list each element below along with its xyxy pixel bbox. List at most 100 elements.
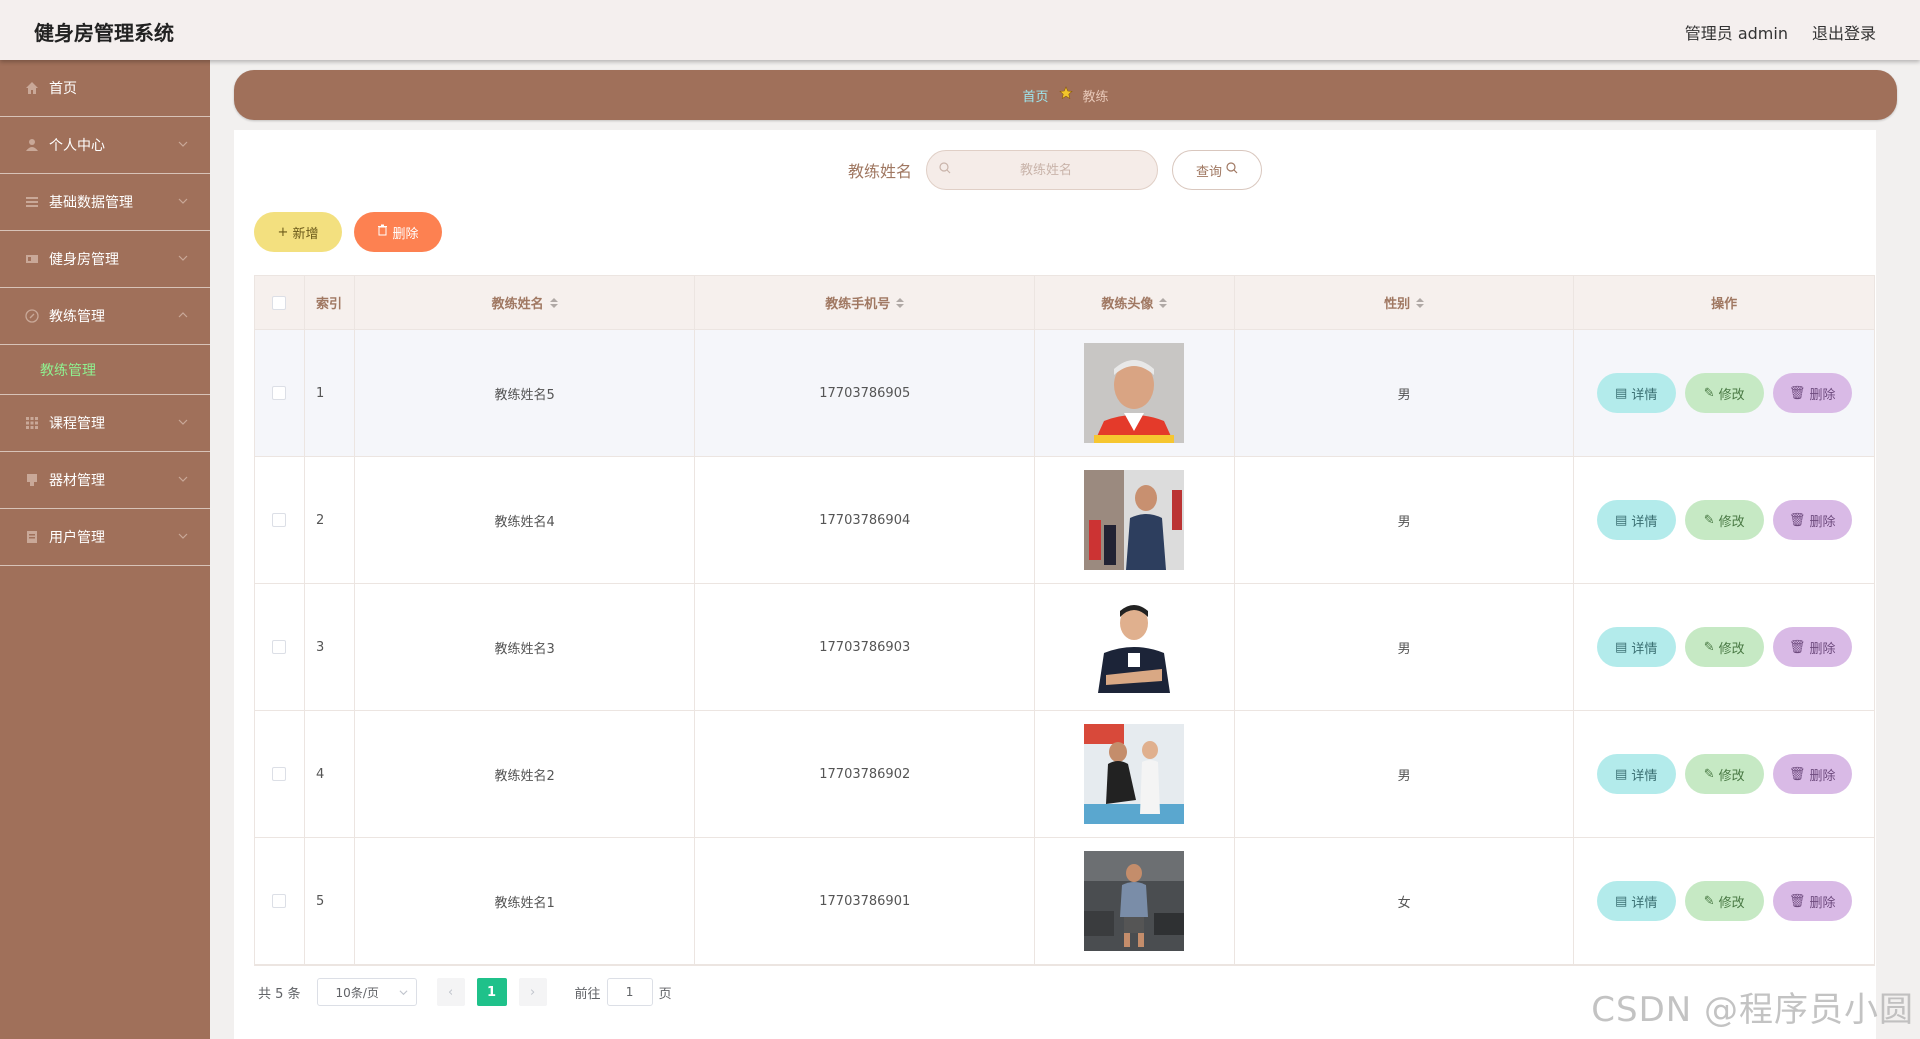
detail-button[interactable]: ▤ 详情 <box>1596 881 1676 921</box>
breadcrumb: 首页 教练 <box>234 70 1897 120</box>
goto-page-input[interactable] <box>606 978 653 1006</box>
logout-link[interactable]: 退出登录 <box>1812 20 1876 44</box>
row-phone: 17703786904 <box>695 457 1036 583</box>
select-all-checkbox[interactable] <box>272 295 287 310</box>
pagination: 共 5 条 10条/页 ‹ 1 › 前往 页 <box>258 978 672 1006</box>
query-button[interactable]: 查询 <box>1172 150 1262 190</box>
grid-icon <box>24 415 40 431</box>
sort-icon[interactable] <box>896 297 905 308</box>
edit-button[interactable]: ✎ 修改 <box>1684 754 1764 794</box>
detail-label: 详情 <box>1631 641 1658 657</box>
coach-avatar-image[interactable] <box>1084 343 1185 443</box>
prev-page-button[interactable]: ‹ <box>436 978 465 1006</box>
sidebar-item-base-data[interactable]: 基础数据管理 <box>0 174 210 231</box>
row-checkbox[interactable] <box>272 386 287 400</box>
plus-icon: + <box>277 224 289 240</box>
delete-button[interactable]: 🗑 删除 <box>1772 500 1852 540</box>
delete-button[interactable]: 🗑 删除 <box>1772 881 1852 921</box>
page-number-current[interactable]: 1 <box>476 978 507 1006</box>
row-index: 3 <box>305 584 355 710</box>
row-index: 4 <box>305 711 355 837</box>
delete-label: 删除 <box>1809 895 1836 911</box>
col-avatar[interactable]: 教练头像 <box>1035 276 1235 329</box>
edit-button[interactable]: ✎ 修改 <box>1684 627 1764 667</box>
coach-avatar-image[interactable] <box>1084 851 1185 951</box>
menu-icon <box>24 194 40 210</box>
sidebar-item-coach[interactable]: 教练管理 <box>0 288 210 345</box>
doc-icon <box>24 529 40 545</box>
sidebar-item-course[interactable]: 课程管理 <box>0 395 210 452</box>
coach-avatar-image[interactable] <box>1084 470 1185 570</box>
delete-button[interactable]: 🗑 删除 <box>1772 627 1852 667</box>
sort-icon[interactable] <box>1159 297 1168 308</box>
col-ops: 操作 <box>1711 297 1738 312</box>
sort-icon[interactable] <box>1416 297 1425 308</box>
row-phone: 17703786902 <box>695 711 1036 837</box>
star-icon <box>1058 86 1073 104</box>
sidebar-item-home[interactable]: 首页 <box>0 60 210 117</box>
chevron-down-icon <box>178 198 188 204</box>
detail-button[interactable]: ▤ 详情 <box>1596 500 1676 540</box>
col-name-label: 教练姓名 <box>491 297 544 312</box>
query-button-label: 查询 <box>1195 164 1222 180</box>
table-row: 4 教练姓名2 17703786902 男 ▤ 详情 ✎ 修改 🗑 删除 <box>255 711 1874 838</box>
delete-label: 删除 <box>1809 514 1836 530</box>
chevron-down-icon <box>178 533 188 539</box>
add-button-label: 新增 <box>292 226 319 242</box>
detail-label: 详情 <box>1631 768 1658 784</box>
row-index: 1 <box>305 330 355 456</box>
add-button[interactable]: + 新增 <box>254 212 342 252</box>
col-phone[interactable]: 教练手机号 <box>695 276 1036 329</box>
next-page-button[interactable]: › <box>518 978 547 1006</box>
detail-button[interactable]: ▤ 详情 <box>1596 627 1676 667</box>
edit-button[interactable]: ✎ 修改 <box>1684 373 1764 413</box>
edit-button[interactable]: ✎ 修改 <box>1684 500 1764 540</box>
goto-prefix: 前往 <box>574 986 601 1002</box>
sidebar-item-profile[interactable]: 个人中心 <box>0 117 210 174</box>
sidebar-item-equipment[interactable]: 器材管理 <box>0 452 210 509</box>
sort-icon[interactable] <box>549 297 558 308</box>
breadcrumb-current: 教练 <box>1082 89 1109 105</box>
row-checkbox[interactable] <box>272 767 287 781</box>
pencil-icon: ✎ <box>1703 639 1715 655</box>
detail-button[interactable]: ▤ 详情 <box>1596 754 1676 794</box>
sidebar-subitem-coach-manage[interactable]: 教练管理 <box>0 345 210 395</box>
sidebar-item-label: 课程管理 <box>49 416 105 432</box>
row-checkbox[interactable] <box>272 640 287 654</box>
user-icon <box>24 137 40 153</box>
batch-delete-button[interactable]: 删除 <box>354 212 442 252</box>
ticket-icon <box>24 251 40 267</box>
table-row: 2 教练姓名4 17703786904 男 ▤ 详情 ✎ 修改 🗑 删除 <box>255 457 1874 584</box>
goto-page: 前往 页 <box>575 978 672 1006</box>
app-title: 健身房管理系统 <box>34 21 174 45</box>
coach-avatar-image[interactable] <box>1084 597 1185 697</box>
col-sex[interactable]: 性别 <box>1235 276 1575 329</box>
page-size-select[interactable]: 10条/页 <box>316 978 417 1006</box>
sidebar-item-gym[interactable]: 健身房管理 <box>0 231 210 288</box>
sidebar-item-users[interactable]: 用户管理 <box>0 509 210 566</box>
doc-icon: ▤ <box>1615 639 1628 655</box>
col-name[interactable]: 教练姓名 <box>355 276 696 329</box>
compass-icon <box>24 308 40 324</box>
pencil-icon: ✎ <box>1703 385 1715 401</box>
search-input[interactable] <box>951 162 1141 178</box>
trash-icon: 🗑 <box>1788 385 1806 401</box>
row-checkbox[interactable] <box>272 513 287 527</box>
coach-avatar-image[interactable] <box>1084 724 1185 824</box>
row-checkbox[interactable] <box>272 894 287 908</box>
delete-button[interactable]: 🗑 删除 <box>1772 373 1852 413</box>
delete-button[interactable]: 🗑 删除 <box>1772 754 1852 794</box>
trash-icon <box>377 224 388 240</box>
row-name: 教练姓名2 <box>355 711 696 837</box>
pencil-icon: ✎ <box>1703 512 1715 528</box>
table-header: 索引 教练姓名 教练手机号 教练头像 性别 操作 <box>255 276 1874 330</box>
delete-label: 删除 <box>1809 641 1836 657</box>
edit-button[interactable]: ✎ 修改 <box>1684 881 1764 921</box>
row-phone: 17703786901 <box>695 838 1036 964</box>
breadcrumb-home-link[interactable]: 首页 <box>1022 86 1048 105</box>
admin-user-label[interactable]: 管理员 admin <box>1685 20 1788 44</box>
chevron-down-icon <box>178 476 188 482</box>
detail-button[interactable]: ▤ 详情 <box>1596 373 1676 413</box>
detail-label: 详情 <box>1631 387 1658 403</box>
pencil-icon: ✎ <box>1703 893 1715 909</box>
